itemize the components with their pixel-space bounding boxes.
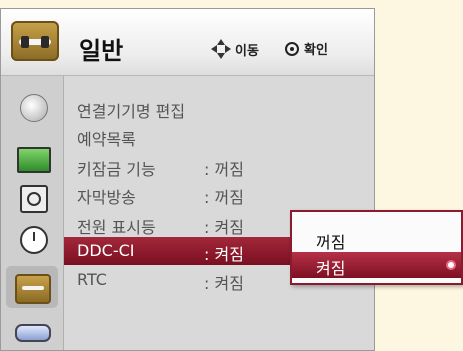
menu-item-label: 자막방송 bbox=[77, 188, 136, 207]
popup-option-selected[interactable]: 켜짐 bbox=[292, 252, 461, 278]
ok-hint: 확인 bbox=[285, 39, 328, 58]
menu-item[interactable]: 연결기기명 편집 bbox=[64, 94, 374, 122]
menu-item-value: : 꺼짐 bbox=[204, 160, 244, 179]
menu-item-value: : 켜짐 bbox=[204, 274, 244, 293]
settings-menu: 일반 이동 확인 연결기기명 편집 예약목록 키잠금 기능: 꺼짐 자막방송 … bbox=[0, 8, 375, 351]
page-title: 일반 bbox=[79, 37, 124, 65]
menu-item-label: 전원 표시등 bbox=[77, 218, 156, 237]
menu-item-label: 키잠금 기능 bbox=[77, 160, 156, 179]
popup-option-label: 꺼짐 bbox=[316, 233, 346, 252]
option-icon bbox=[11, 21, 59, 61]
nav-hint: 이동 bbox=[211, 39, 259, 59]
popup-option[interactable]: 꺼짐 bbox=[292, 226, 461, 252]
option-popup: 꺼짐 켜짐 bbox=[290, 210, 463, 285]
menu-item[interactable]: 자막방송 : 꺼짐 bbox=[64, 180, 374, 208]
ok-hint-label: 확인 bbox=[304, 43, 328, 58]
satellite-dish-icon[interactable] bbox=[20, 94, 48, 122]
menu-header: 일반 이동 확인 bbox=[1, 9, 374, 76]
menu-item-value: : 켜짐 bbox=[204, 218, 244, 237]
menu-item-label: 연결기기명 편집 bbox=[77, 102, 186, 121]
menu-item-label: 예약목록 bbox=[77, 130, 136, 149]
menu-item[interactable]: 키잠금 기능 : 꺼짐 bbox=[64, 152, 374, 180]
option-icon[interactable] bbox=[15, 274, 51, 304]
menu-item-value: : 꺼짐 bbox=[204, 188, 244, 207]
direction-arrows-icon bbox=[211, 39, 231, 59]
menu-item-label: DDC-CI bbox=[77, 241, 135, 260]
ok-button-icon bbox=[285, 41, 299, 56]
popup-option-label: 켜짐 bbox=[316, 259, 346, 278]
category-sidebar bbox=[1, 76, 64, 350]
menu-item-label: RTC bbox=[77, 270, 107, 289]
radio-selected-icon bbox=[446, 260, 456, 270]
speaker-icon[interactable] bbox=[20, 185, 48, 213]
screen-icon[interactable] bbox=[17, 147, 51, 173]
nav-hint-label: 이동 bbox=[235, 43, 259, 59]
menu-item[interactable]: 예약목록 bbox=[64, 122, 374, 150]
input-icon[interactable] bbox=[15, 324, 51, 342]
menu-item-value: : 켜짐 bbox=[204, 245, 244, 264]
clock-icon[interactable] bbox=[20, 226, 48, 254]
